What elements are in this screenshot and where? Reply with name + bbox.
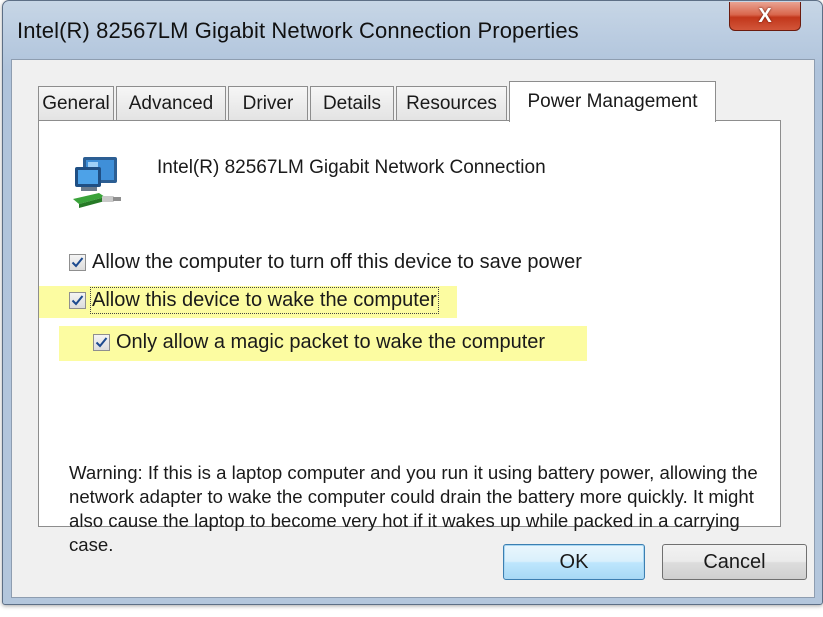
- tab-details[interactable]: Details: [310, 86, 394, 120]
- option-allow-wake[interactable]: Allow this device to wake the computer: [69, 287, 439, 314]
- checkmark-icon: [71, 257, 84, 268]
- warning-text: Warning: If this is a laptop computer an…: [69, 462, 758, 555]
- close-icon: X: [758, 5, 772, 27]
- close-button[interactable]: X: [729, 2, 801, 31]
- title-bar[interactable]: Intel(R) 82567LM Gigabit Network Connect…: [3, 1, 822, 59]
- checkbox-allow-turn-off[interactable]: [69, 254, 86, 271]
- tab-resources[interactable]: Resources: [396, 86, 507, 120]
- tab-general[interactable]: General: [38, 86, 114, 120]
- tab-driver[interactable]: Driver: [228, 86, 308, 120]
- checkbox-allow-wake[interactable]: [69, 292, 86, 309]
- power-management-panel: Intel(R) 82567LM Gigabit Network Connect…: [38, 120, 781, 555]
- properties-dialog: Intel(R) 82567LM Gigabit Network Connect…: [2, 0, 823, 605]
- option-label: Allow this device to wake the computer: [90, 287, 439, 314]
- ok-button[interactable]: OK: [503, 544, 645, 580]
- device-name: Intel(R) 82567LM Gigabit Network Connect…: [157, 157, 546, 178]
- tab-power-management[interactable]: Power Management: [509, 81, 716, 122]
- window-title: Intel(R) 82567LM Gigabit Network Connect…: [17, 18, 579, 43]
- checkbox-magic-packet[interactable]: [93, 334, 110, 351]
- option-label: Allow the computer to turn off this devi…: [92, 251, 582, 273]
- dialog-body: General Advanced Driver Details Resource…: [11, 59, 815, 598]
- cancel-button[interactable]: Cancel: [662, 544, 807, 580]
- option-allow-turn-off[interactable]: Allow the computer to turn off this devi…: [69, 251, 582, 274]
- option-magic-packet[interactable]: Only allow a magic packet to wake the co…: [93, 331, 545, 354]
- checkmark-icon: [95, 337, 108, 348]
- tab-advanced[interactable]: Advanced: [116, 86, 226, 120]
- option-label: Only allow a magic packet to wake the co…: [116, 331, 546, 353]
- network-adapter-icon: [73, 157, 121, 208]
- checkmark-icon: [71, 295, 84, 306]
